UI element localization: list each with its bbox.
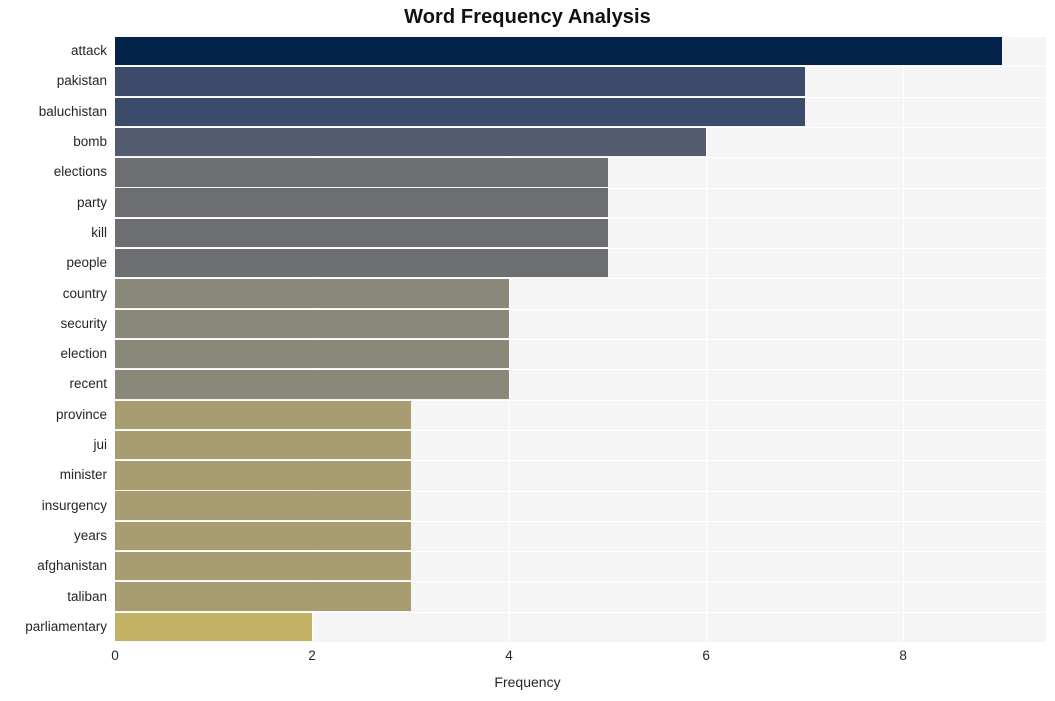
y-tick-label-years: years <box>73 527 107 543</box>
bar-jui <box>115 430 411 460</box>
bar-fill <box>115 612 313 642</box>
bar-election <box>115 339 510 369</box>
y-tick-label-parliamentary: parliamentary <box>25 618 107 634</box>
bar-insurgency <box>115 491 411 520</box>
y-tick-label-kill: kill <box>91 224 107 240</box>
y-tick-label-jui: jui <box>93 437 107 453</box>
bar-fill <box>115 339 510 369</box>
bar-fill <box>115 521 411 551</box>
y-tick-label-bomb: bomb <box>73 134 107 150</box>
bar-province <box>115 400 411 429</box>
bar-fill <box>115 188 608 217</box>
y-axis-tick-labels: attack pakistan baluchistan bomb elections pa… <box>0 36 107 642</box>
y-tick-label-country: country <box>62 285 107 301</box>
bar-afghanistan <box>115 552 411 581</box>
bar-attack <box>115 36 1002 66</box>
bar-minister <box>115 461 411 490</box>
x-tick-label-6: 6 <box>702 648 710 663</box>
y-tick-label-party: party <box>76 194 107 210</box>
bar-party <box>115 188 608 217</box>
bar-fill <box>115 67 805 96</box>
y-tick-label-attack: attack <box>70 43 107 59</box>
y-tick-label-security: security <box>60 315 107 331</box>
horizontal-gridline-20 <box>115 642 1046 643</box>
bar-fill <box>115 309 510 339</box>
bar-recent <box>115 370 510 399</box>
bar-people <box>115 249 608 278</box>
bar-fill <box>115 552 411 581</box>
bar-fill <box>115 127 707 157</box>
bar-pakistan <box>115 67 805 96</box>
bar-fill <box>115 582 411 611</box>
y-tick-label-province: province <box>55 406 107 422</box>
x-axis-tick-labels: 0 2 4 6 8 <box>0 648 1055 668</box>
bar-fill <box>115 158 608 187</box>
y-tick-label-insurgency: insurgency <box>41 497 107 513</box>
y-tick-label-pakistan: pakistan <box>56 73 107 89</box>
bar-fill <box>115 461 411 490</box>
bar-fill <box>115 36 1002 66</box>
bar-kill <box>115 218 608 248</box>
bar-elections <box>115 158 608 187</box>
x-tick-label-2: 2 <box>308 648 316 663</box>
bar-baluchistan <box>115 97 805 126</box>
bar-fill <box>115 97 805 126</box>
bar-fill <box>115 218 608 248</box>
bar-series <box>115 36 1046 642</box>
bar-fill <box>115 430 411 460</box>
x-axis-title: Frequency <box>494 674 561 690</box>
bar-taliban <box>115 582 411 611</box>
x-tick-label-4: 4 <box>505 648 513 663</box>
chart-title: Word Frequency Analysis <box>404 6 651 28</box>
bar-fill <box>115 249 608 278</box>
bar-security <box>115 309 510 339</box>
bar-country <box>115 279 510 308</box>
bar-fill <box>115 491 411 520</box>
bar-parliamentary <box>115 612 313 642</box>
bar-fill <box>115 370 510 399</box>
bar-bomb <box>115 127 707 157</box>
x-tick-label-0: 0 <box>111 648 119 663</box>
bar-fill <box>115 400 411 429</box>
x-tick-label-8: 8 <box>899 648 907 663</box>
y-tick-label-baluchistan: baluchistan <box>38 103 107 119</box>
y-tick-label-people: people <box>66 255 107 271</box>
y-tick-label-election: election <box>60 346 107 362</box>
word-frequency-chart-figure: Word Frequency Analysis attack pakistan ba… <box>0 0 1055 701</box>
y-tick-label-minister: minister <box>59 467 107 483</box>
y-tick-label-afghanistan: afghanistan <box>37 558 107 574</box>
y-tick-label-taliban: taliban <box>67 588 107 604</box>
y-tick-label-recent: recent <box>69 376 107 392</box>
bar-fill <box>115 279 510 308</box>
y-tick-label-elections: elections <box>53 164 107 180</box>
plot-area <box>115 36 1046 643</box>
bar-years <box>115 521 411 551</box>
